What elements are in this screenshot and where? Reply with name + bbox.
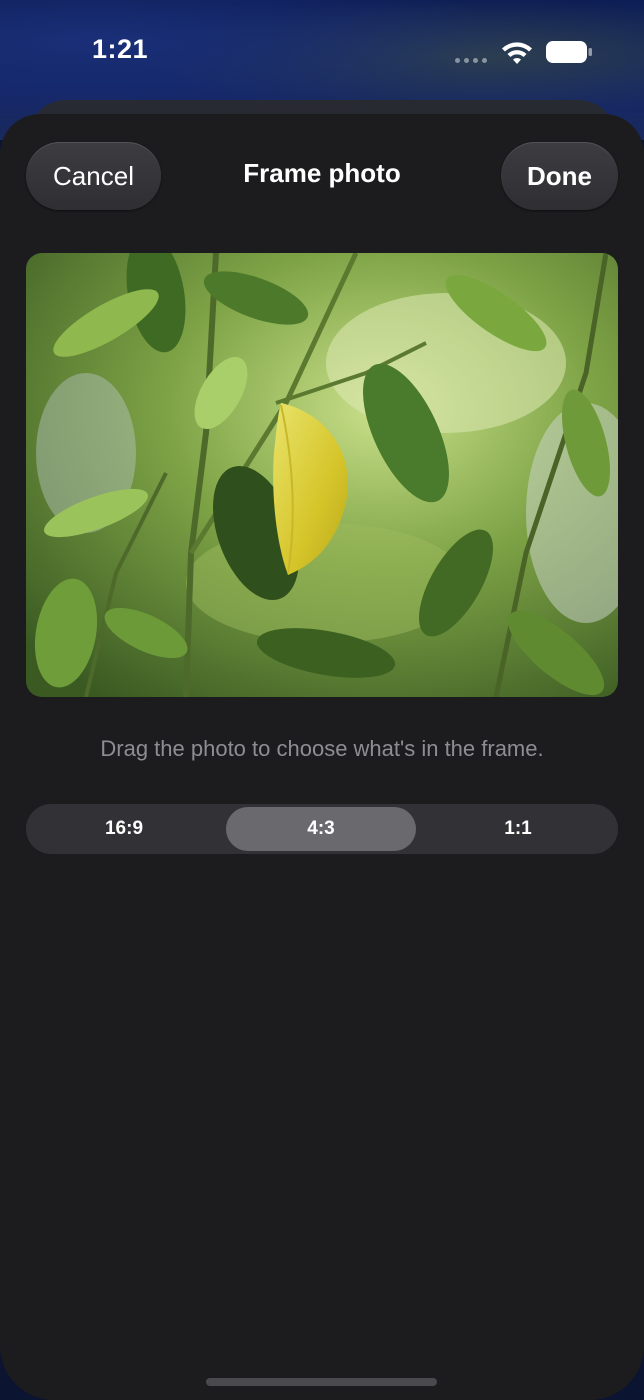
done-button[interactable]: Done bbox=[501, 142, 618, 210]
cellular-dots-icon bbox=[455, 58, 491, 64]
home-indicator bbox=[206, 1378, 437, 1386]
frame-photo-sheet: Cancel Frame photo Done Drag the photo t… bbox=[0, 114, 644, 1400]
aspect-option-4-3[interactable]: 4:3 bbox=[226, 807, 416, 851]
battery-icon bbox=[546, 41, 592, 63]
aspect-ratio-selector: 16:9 4:3 1:1 bbox=[26, 804, 618, 854]
aspect-option-16-9[interactable]: 16:9 bbox=[29, 807, 219, 851]
sheet-title: Frame photo bbox=[243, 158, 401, 188]
photo-crop-preview[interactable] bbox=[26, 253, 618, 697]
hint-text: Drag the photo to choose what's in the f… bbox=[100, 736, 544, 761]
cancel-button[interactable]: Cancel bbox=[26, 142, 161, 210]
leaf-photo bbox=[26, 253, 618, 697]
aspect-option-1-1[interactable]: 1:1 bbox=[423, 807, 613, 851]
status-time: 1:21 bbox=[92, 34, 149, 64]
status-bar: 1:21 bbox=[0, 0, 644, 100]
wifi-icon bbox=[502, 42, 532, 64]
